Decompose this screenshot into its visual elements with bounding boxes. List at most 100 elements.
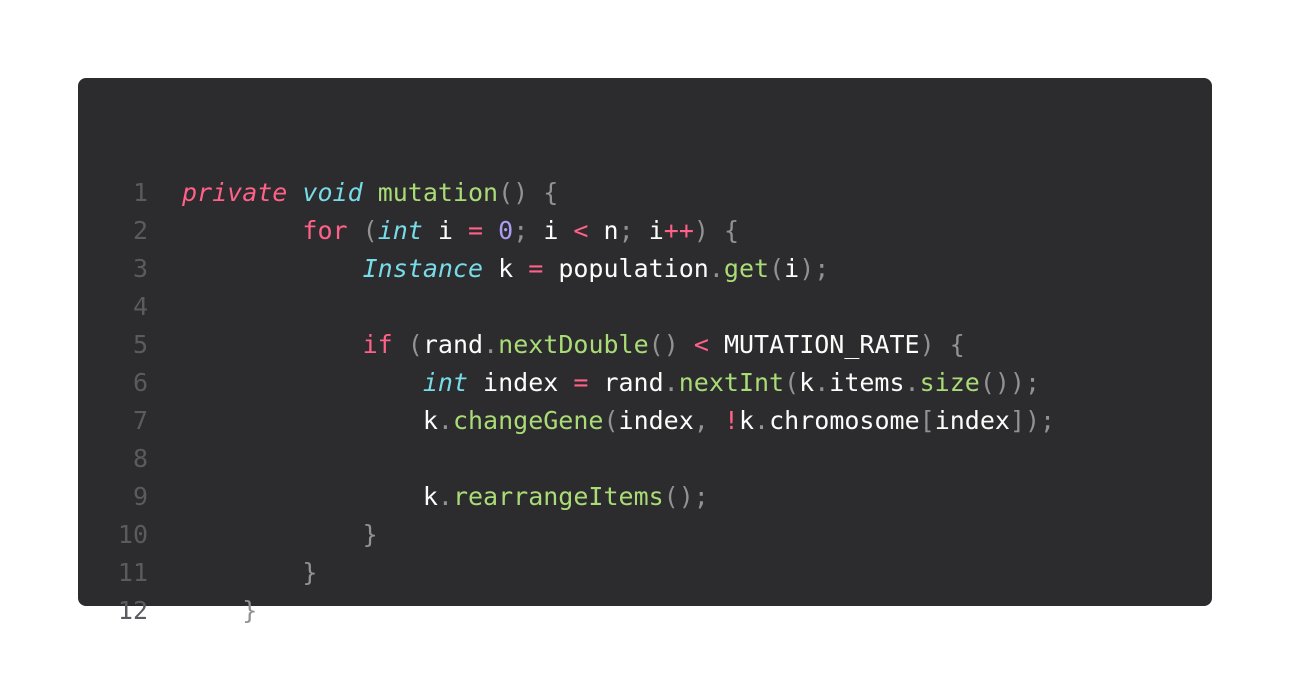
code-text[interactable]: k.rearrangeItems(); (182, 478, 709, 516)
code-token: ( (784, 368, 800, 397)
code-token: void (302, 178, 363, 207)
code-token: i (633, 216, 664, 245)
code-token: index (618, 406, 694, 435)
code-token: rand (422, 330, 484, 359)
code-text[interactable]: private void mutation() { (182, 174, 558, 212)
code-token: ( (769, 254, 785, 283)
code-token: = (573, 368, 589, 397)
code-token: population (543, 254, 709, 283)
code-token: = (468, 216, 484, 245)
code-token: } (302, 558, 318, 587)
line-number: 12 (117, 596, 148, 625)
code-token: { (543, 178, 559, 207)
code-token: () (648, 330, 679, 359)
code-token: k (799, 368, 815, 397)
code-token: Instance (362, 254, 484, 283)
code-token: for (302, 216, 348, 245)
code-text[interactable]: for (int i = 0; i < n; i++) { (182, 212, 739, 250)
code-token: } (362, 520, 378, 549)
code-token: MUTATION_RATE (708, 330, 920, 359)
code-token: nextInt (678, 368, 785, 397)
code-token: ! (723, 406, 739, 435)
code-token: int (377, 216, 423, 245)
code-text[interactable]: if (rand.nextDouble() < MUTATION_RATE) { (182, 326, 965, 364)
code-token: i (528, 216, 574, 245)
code-token: ) (919, 330, 935, 359)
code-token: if (362, 330, 393, 359)
code-token: n (588, 216, 619, 245)
code-token: . (904, 368, 920, 397)
line-number: 1 (132, 178, 148, 207)
code-token: rand (588, 368, 664, 397)
code-token: k (422, 482, 438, 511)
code-token: . (663, 368, 679, 397)
code-token: ; (618, 216, 634, 245)
code-token: ( (407, 330, 423, 359)
code-token: chromosome (769, 406, 920, 435)
code-token: { (724, 216, 740, 245)
code-token: index (934, 406, 1010, 435)
code-token: (); (663, 482, 709, 511)
code-token: = (528, 254, 544, 283)
line-number: 8 (132, 444, 148, 473)
code-text[interactable]: int index = rand.nextInt(k.items.size())… (182, 364, 1040, 402)
code-token: ( (603, 406, 619, 435)
code-text[interactable]: } (182, 592, 257, 630)
line-number: 3 (132, 254, 148, 283)
code-token: < (693, 330, 709, 359)
code-text[interactable]: } (182, 516, 378, 554)
code-text[interactable]: } (182, 554, 317, 592)
code-token: () (498, 178, 529, 207)
code-text[interactable]: k.changeGene(index, !k.chromosome[index]… (182, 402, 1055, 440)
code-token: } (242, 596, 258, 625)
code-token: ++ (663, 216, 694, 245)
code-token: k (483, 254, 529, 283)
code-token: ); (799, 254, 830, 283)
code-token: size (919, 368, 980, 397)
code-token: ]); (1009, 406, 1056, 435)
code-token: k (422, 406, 438, 435)
line-number: 4 (132, 292, 148, 321)
code-token: i (422, 216, 469, 245)
line-number: 6 (132, 368, 148, 397)
code-token: . (483, 330, 499, 359)
code-token: ()); (979, 368, 1041, 397)
code-token: . (437, 406, 453, 435)
code-editor-card: 1 private void mutation() {2 for (int i =… (78, 78, 1212, 625)
code-token: . (814, 368, 830, 397)
code-token: i (784, 254, 800, 283)
code-token: index (467, 368, 574, 397)
code-token: < (573, 216, 589, 245)
line-number: 11 (117, 558, 148, 587)
code-token: get (723, 254, 770, 283)
code-token: ) (693, 216, 709, 245)
code-token: int (422, 368, 468, 397)
code-token: nextDouble (498, 330, 649, 359)
code-token: changeGene (452, 406, 604, 435)
code-token: . (437, 482, 453, 511)
code-token: . (754, 406, 770, 435)
code-token: rearrangeItems (452, 482, 664, 511)
code-token: ( (362, 216, 378, 245)
line-number: 10 (117, 520, 148, 549)
code-text[interactable]: Instance k = population.get(i); (182, 250, 830, 288)
line-number: 7 (132, 406, 148, 435)
code-token: k (738, 406, 755, 435)
code-token: { (949, 330, 965, 359)
